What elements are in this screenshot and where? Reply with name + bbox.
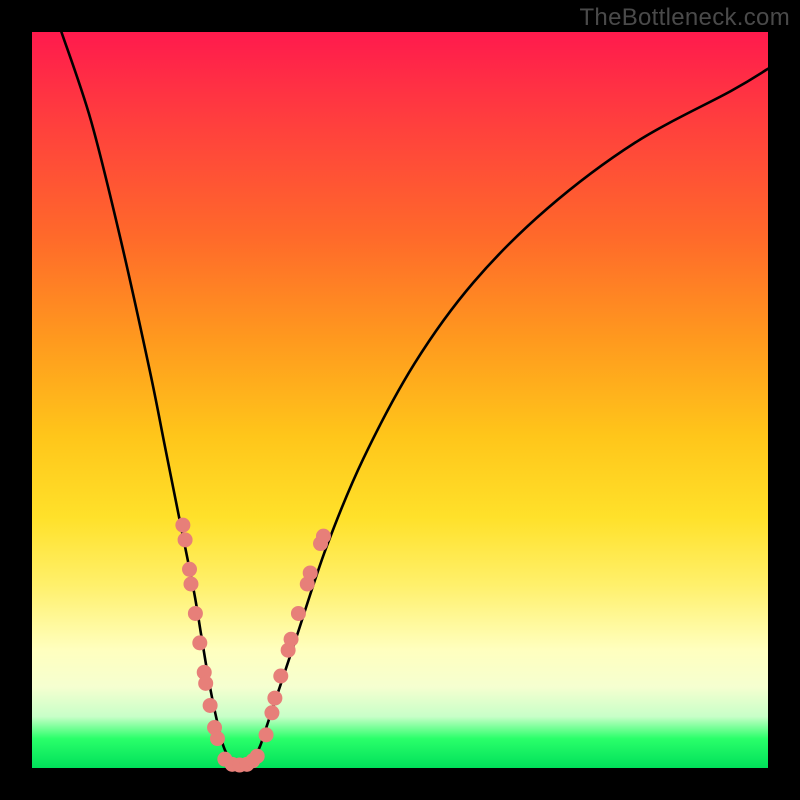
data-dot xyxy=(250,749,265,764)
bottleneck-curve xyxy=(61,32,768,769)
chart-svg xyxy=(32,32,768,768)
data-dot xyxy=(182,562,197,577)
data-dot xyxy=(178,532,193,547)
data-dot xyxy=(188,606,203,621)
data-dot xyxy=(192,635,207,650)
data-dot xyxy=(203,698,218,713)
data-dot xyxy=(284,632,299,647)
data-dot xyxy=(291,606,306,621)
data-dot xyxy=(183,577,198,592)
data-dot xyxy=(267,691,282,706)
data-dot xyxy=(303,565,318,580)
data-dot xyxy=(316,529,331,544)
data-dots xyxy=(175,518,331,773)
data-dot xyxy=(273,669,288,684)
outer-frame: TheBottleneck.com xyxy=(0,0,800,800)
data-dot xyxy=(264,705,279,720)
data-dot xyxy=(175,518,190,533)
data-dot xyxy=(259,727,274,742)
watermark-text: TheBottleneck.com xyxy=(579,4,790,32)
plot-area xyxy=(32,32,768,768)
data-dot xyxy=(198,676,213,691)
data-dot xyxy=(210,731,225,746)
